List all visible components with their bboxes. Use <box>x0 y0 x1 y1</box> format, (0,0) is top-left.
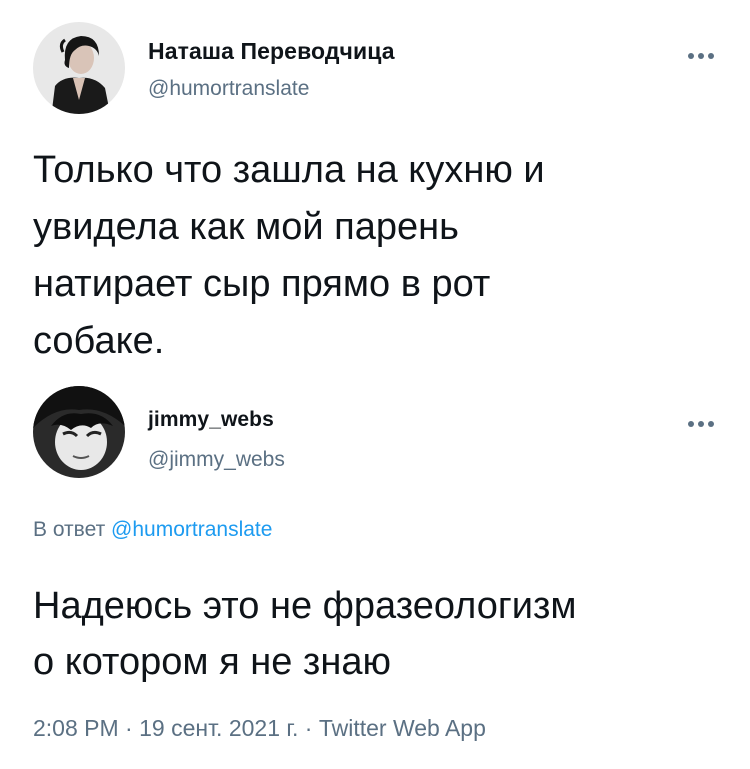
tweet-metadata: 2:08 PM · 19 сент. 2021 г. · Twitter Web… <box>33 715 486 742</box>
original-tweet-text: Только что зашла на кухню и увидела как … <box>33 149 545 362</box>
author-handle[interactable]: @humortranslate <box>148 77 309 101</box>
tweet-date[interactable]: 19 сент. 2021 г. <box>139 715 298 741</box>
replying-to-line: В ответ @humortranslate <box>33 518 272 542</box>
more-options-icon[interactable] <box>687 47 715 59</box>
meta-separator: · <box>298 715 319 741</box>
reply-tweet-text: Надеюсь это не фразеологизм о котором я … <box>33 585 577 683</box>
replying-to-handle-link[interactable]: @humortranslate <box>111 518 272 541</box>
author-avatar[interactable] <box>33 22 125 114</box>
replying-to-prefix: В ответ <box>33 518 106 541</box>
reply-author-name[interactable]: jimmy_webs <box>148 408 274 432</box>
meta-separator: · <box>118 715 140 741</box>
original-tweet-header: Наташа Переводчица @humortranslate <box>33 22 723 118</box>
reply-author-avatar[interactable] <box>33 386 125 478</box>
tweet-source[interactable]: Twitter Web App <box>319 715 486 741</box>
reply-author-handle[interactable]: @jimmy_webs <box>148 448 285 472</box>
author-name[interactable]: Наташа Переводчица <box>148 38 395 65</box>
reply-tweet-header: jimmy_webs @jimmy_webs <box>33 386 723 482</box>
more-options-icon[interactable] <box>687 415 715 427</box>
tweet-time[interactable]: 2:08 PM <box>33 715 119 741</box>
